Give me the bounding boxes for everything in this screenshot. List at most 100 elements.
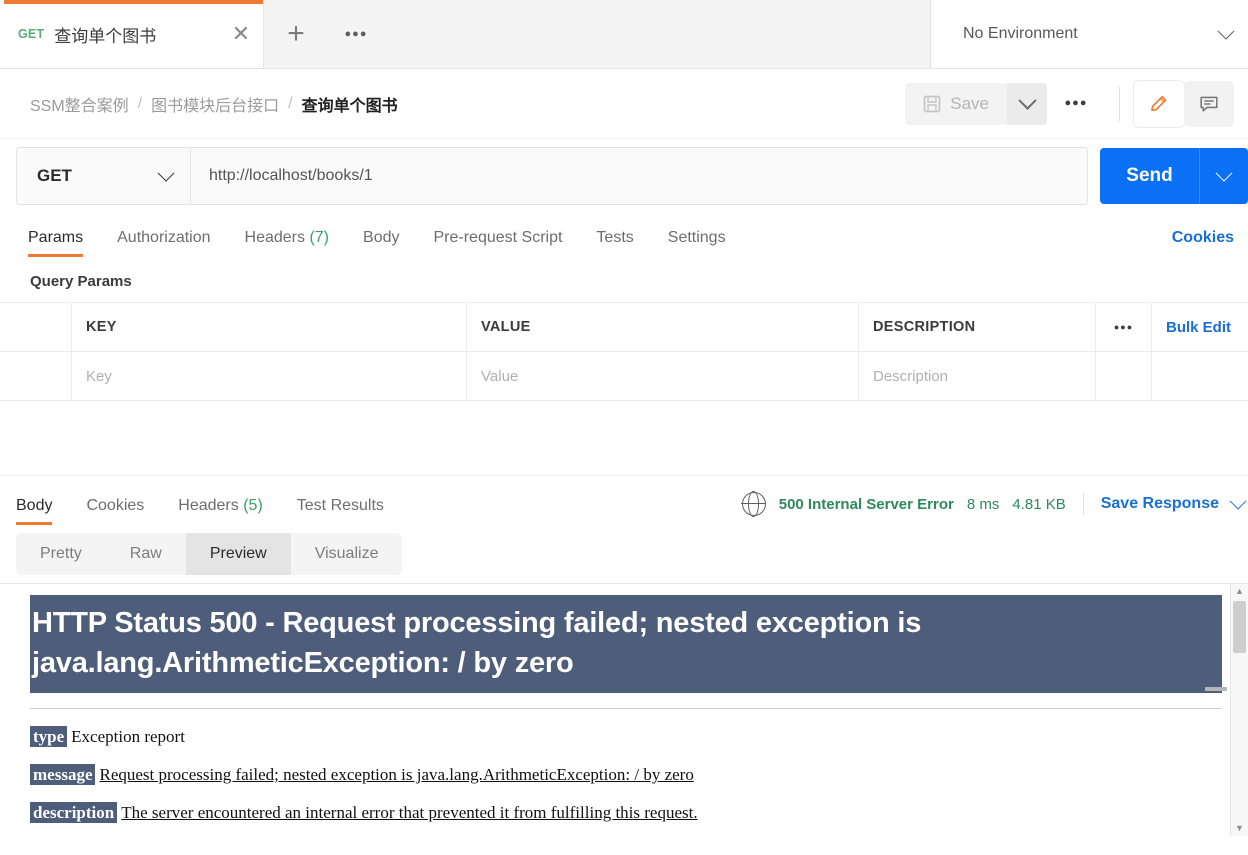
response-bar: Body Cookies Headers (5) Test Results 50… bbox=[0, 475, 1248, 525]
breadcrumb-item-collection[interactable]: SSM整合案例 bbox=[30, 92, 129, 116]
tab-body[interactable]: Body bbox=[363, 229, 399, 257]
header-key-label: KEY bbox=[86, 319, 117, 335]
plus-icon[interactable]: + bbox=[264, 0, 328, 68]
tab-settings-label: Settings bbox=[667, 229, 726, 246]
http-method-select[interactable]: GET bbox=[17, 148, 191, 204]
request-more-actions-button[interactable]: ●●● bbox=[1047, 83, 1105, 125]
response-tab-cookies-label: Cookies bbox=[86, 497, 145, 514]
url-row: GET http://localhost/books/1 Send bbox=[0, 139, 1248, 213]
chevron-down-icon bbox=[157, 164, 175, 182]
response-tab-test-results-label: Test Results bbox=[296, 497, 384, 514]
http-method-label: GET bbox=[37, 166, 72, 185]
tab-params[interactable]: Params bbox=[28, 229, 84, 257]
error-label-type: type bbox=[30, 726, 68, 747]
status-badge: 500 Internal Server Error bbox=[778, 495, 954, 513]
response-tab-headers[interactable]: Headers (5) bbox=[178, 497, 263, 525]
scrollbar-thumb[interactable] bbox=[1233, 601, 1246, 653]
tab-headers-count: (7) bbox=[309, 229, 330, 246]
header-description-cell: DESCRIPTION bbox=[859, 303, 1096, 351]
tab-settings[interactable]: Settings bbox=[668, 229, 726, 257]
chevron-down-icon[interactable] bbox=[1229, 492, 1247, 510]
row-more-cell bbox=[1096, 352, 1152, 400]
save-options-button[interactable] bbox=[1007, 82, 1047, 125]
url-box: GET http://localhost/books/1 bbox=[16, 147, 1088, 205]
chevron-down-icon bbox=[1217, 22, 1235, 40]
comments-button[interactable] bbox=[1184, 80, 1234, 127]
view-raw[interactable]: Raw bbox=[106, 533, 186, 575]
error-text-message: Request processing failed; nested except… bbox=[99, 765, 694, 784]
pencil-icon bbox=[1151, 95, 1167, 111]
row-checkbox-cell[interactable] bbox=[0, 352, 72, 400]
view-mode-segment: Pretty Raw Preview Visualize bbox=[16, 533, 403, 575]
params-empty-space bbox=[0, 401, 1248, 475]
tab-method-label: GET bbox=[18, 27, 45, 41]
scroll-up-arrow-icon[interactable]: ▲ bbox=[1231, 584, 1248, 599]
globe-icon bbox=[741, 491, 767, 517]
header-checkbox-cell bbox=[0, 303, 72, 351]
tab-tests[interactable]: Tests bbox=[596, 229, 633, 257]
tab-body-label: Body bbox=[363, 229, 400, 246]
response-tab-body[interactable]: Body bbox=[16, 497, 53, 525]
error-banner: HTTP Status 500 - Request processing fai… bbox=[30, 595, 1222, 693]
response-size: 4.81 KB bbox=[1012, 495, 1066, 513]
floppy-disk-icon bbox=[923, 95, 941, 112]
request-tab-active[interactable]: GET 查询单个图书 ✕ bbox=[0, 0, 264, 68]
view-pretty[interactable]: Pretty bbox=[16, 533, 106, 575]
environment-selector[interactable]: No Environment bbox=[930, 0, 1248, 68]
breadcrumb-row: SSM整合案例 / 图书模块后台接口 / 查询单个图书 Save ●●● bbox=[0, 69, 1248, 139]
tab-pre-request-script-label: Pre-request Script bbox=[433, 229, 563, 246]
request-tabs: Params Authorization Headers (7) Body Pr… bbox=[0, 213, 1248, 257]
cookies-link[interactable]: Cookies bbox=[1172, 229, 1234, 257]
header-divider bbox=[1119, 86, 1120, 121]
url-input[interactable]: http://localhost/books/1 bbox=[191, 148, 1087, 204]
environment-label: No Environment bbox=[963, 25, 1078, 42]
send-options-button[interactable] bbox=[1199, 148, 1248, 204]
response-tab-headers-label: Headers bbox=[178, 497, 239, 514]
response-tab-cookies[interactable]: Cookies bbox=[86, 497, 144, 525]
error-row-description: description The server encountered an int… bbox=[30, 802, 1218, 823]
response-view-switch: Pretty Raw Preview Visualize bbox=[0, 525, 1248, 583]
chevron-down-icon bbox=[1017, 91, 1037, 110]
tab-tests-label: Tests bbox=[596, 229, 634, 246]
bulk-edit-link[interactable]: Bulk Edit bbox=[1152, 303, 1248, 351]
table-header-row: KEY VALUE DESCRIPTION ●●● Bulk Edit bbox=[0, 303, 1248, 352]
breadcrumb-item-folder[interactable]: 图书模块后台接口 bbox=[151, 92, 279, 116]
query-params-title: Query Params bbox=[30, 273, 132, 290]
edit-request-button[interactable] bbox=[1134, 80, 1184, 127]
tab-params-label: Params bbox=[28, 229, 84, 246]
response-tab-body-label: Body bbox=[16, 497, 53, 514]
save-button[interactable]: Save bbox=[905, 82, 1007, 125]
response-body-preview: HTTP Status 500 - Request processing fai… bbox=[0, 583, 1248, 836]
error-text-description: The server encountered an internal error… bbox=[121, 803, 698, 822]
send-button[interactable]: Send bbox=[1100, 148, 1199, 204]
chevron-down-icon bbox=[1215, 164, 1233, 182]
save-response-button[interactable]: Save Response bbox=[1101, 495, 1219, 513]
row-key-input[interactable]: Key bbox=[72, 352, 467, 400]
tab-authorization[interactable]: Authorization bbox=[117, 229, 210, 257]
response-scrollbar[interactable]: ▲ ▼ bbox=[1230, 584, 1248, 836]
tab-pre-request-script[interactable]: Pre-request Script bbox=[433, 229, 562, 257]
params-more-actions-button[interactable]: ●●● bbox=[1096, 303, 1152, 351]
header-description-label: DESCRIPTION bbox=[873, 319, 976, 335]
view-visualize[interactable]: Visualize bbox=[291, 533, 403, 575]
response-tab-test-results[interactable]: Test Results bbox=[297, 497, 384, 525]
tab-headers[interactable]: Headers (7) bbox=[245, 229, 330, 257]
close-icon[interactable]: ✕ bbox=[219, 23, 263, 45]
error-label-message: message bbox=[30, 764, 96, 785]
row-value-input[interactable]: Value bbox=[467, 352, 859, 400]
tab-bar-spacer bbox=[384, 0, 930, 68]
view-preview[interactable]: Preview bbox=[185, 533, 291, 575]
tab-title-label: 查询单个图书 bbox=[54, 26, 157, 46]
tab-bar: GET 查询单个图书 ✕ + ●●● No Environment bbox=[0, 0, 1248, 69]
response-meta: 500 Internal Server Error 8 ms 4.81 KB S… bbox=[741, 491, 1247, 525]
scroll-down-arrow-icon[interactable]: ▼ bbox=[1231, 821, 1248, 836]
row-description-placeholder: Description bbox=[873, 367, 949, 385]
error-row-type: type Exception report bbox=[30, 726, 1218, 747]
row-description-input[interactable]: Description bbox=[859, 352, 1096, 400]
table-row: Key Value Description bbox=[0, 352, 1248, 400]
error-row-message: message Request processing failed; nested… bbox=[30, 764, 1218, 785]
save-button-label: Save bbox=[950, 93, 989, 113]
tab-options-ellipsis-icon[interactable]: ●●● bbox=[328, 0, 384, 68]
tab-authorization-label: Authorization bbox=[117, 229, 211, 246]
error-label-description: description bbox=[30, 802, 118, 823]
